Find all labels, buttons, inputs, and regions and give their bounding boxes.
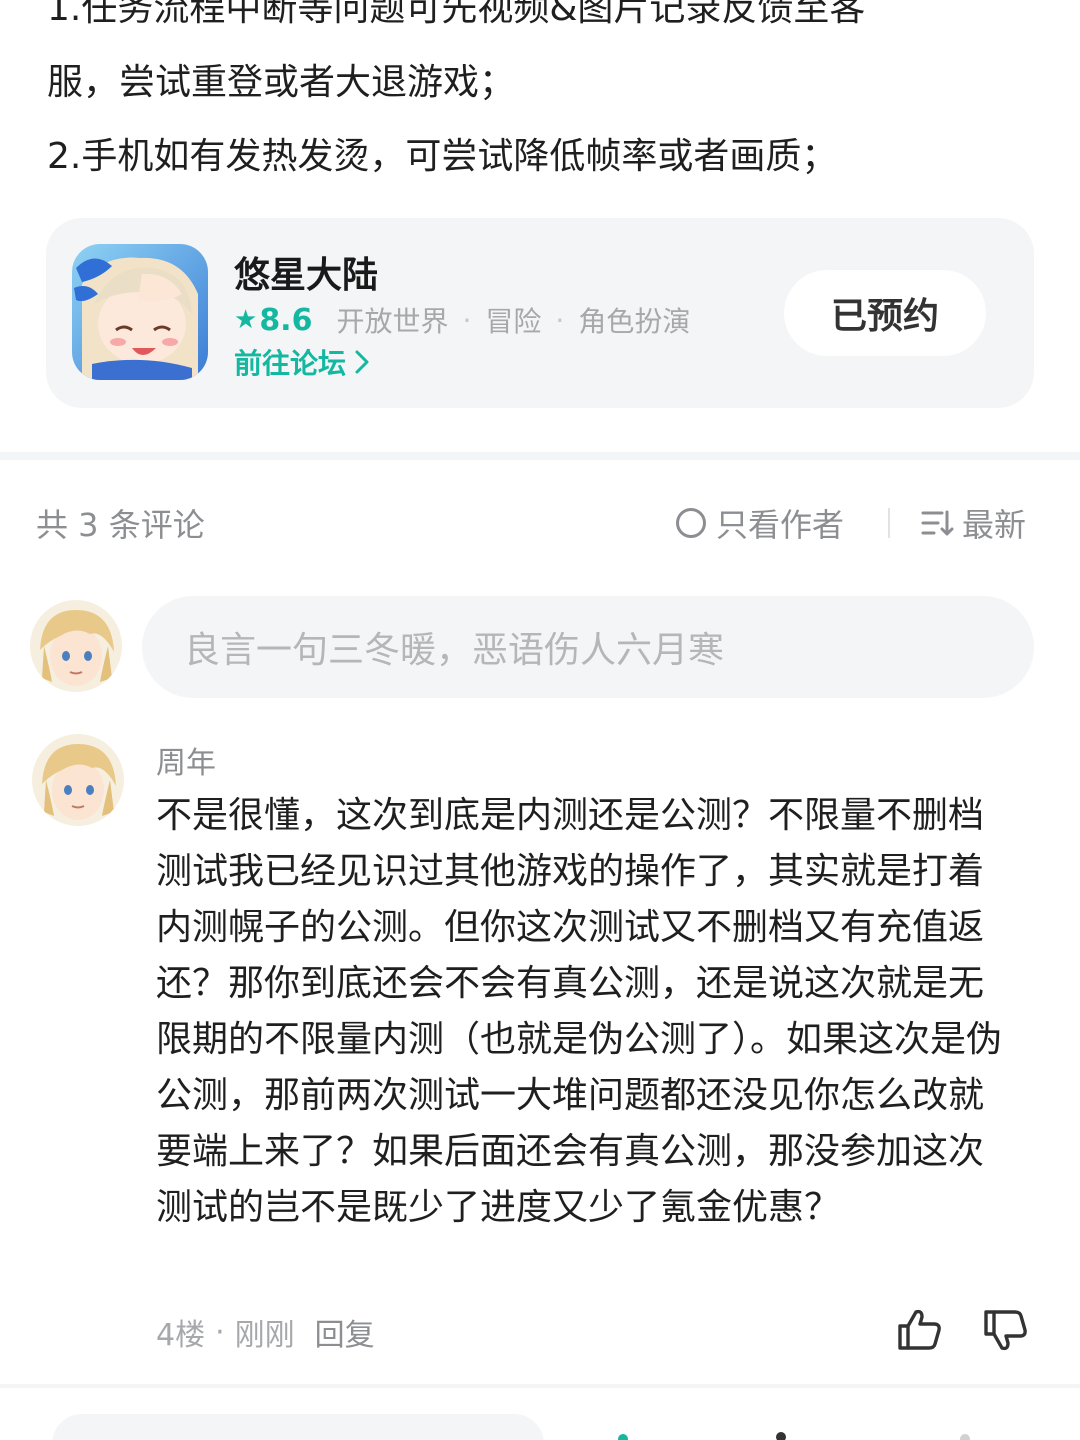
header-separator bbox=[888, 508, 890, 538]
forum-link-label: 前往论坛 bbox=[234, 347, 347, 380]
comment-text: 不是很懂，这次到底是内测还是公测？不限量不删档测试我已经见识过其他游戏的操作了，… bbox=[156, 795, 1003, 1228]
comment-divider bbox=[0, 1384, 1080, 1388]
next-item-indicator bbox=[618, 1434, 628, 1440]
commenter-avatar[interactable] bbox=[32, 734, 124, 826]
thumbs-down-icon[interactable] bbox=[982, 1308, 1030, 1356]
author-only-toggle[interactable]: 只看作者 bbox=[676, 500, 844, 546]
tag-separator: · bbox=[462, 303, 472, 337]
game-tag: 开放世界 bbox=[336, 305, 449, 338]
comment-input-placeholder: 良言一句三冬暖，恶语伤人六月寒 bbox=[184, 630, 725, 671]
meta-separator: · bbox=[215, 1314, 225, 1350]
sort-label: 最新 bbox=[962, 506, 1027, 544]
sort-button[interactable]: 最新 bbox=[920, 500, 1026, 546]
next-item-indicator bbox=[960, 1434, 970, 1440]
comment-input[interactable]: 良言一句三冬暖，恶语伤人六月寒 bbox=[142, 596, 1034, 698]
article-line-2: 服，尝试重登或者大退游戏； bbox=[47, 62, 516, 103]
comment-floor: 4楼 bbox=[156, 1318, 206, 1353]
sort-icon bbox=[921, 510, 954, 536]
star-icon: ★ bbox=[234, 305, 258, 335]
comment-username[interactable]: 周年 bbox=[156, 738, 216, 782]
reply-button[interactable]: 回复 bbox=[315, 1310, 375, 1354]
comments-count: 共 3 条评论 bbox=[36, 506, 205, 544]
article-line-1: 1.任务流程中断等问题可先视频&图片记录反馈至客 bbox=[47, 0, 866, 29]
author-only-label: 只看作者 bbox=[716, 506, 845, 544]
post-detail-page: 1.任务流程中断等问题可先视频&图片记录反馈至客 服，尝试重登或者大退游戏； 2… bbox=[0, 0, 1080, 1440]
section-divider bbox=[0, 452, 1080, 460]
next-item-indicator bbox=[776, 1432, 786, 1440]
game-meta-row: ★ 8.6 开放世界 · 冒险 · 角色扮演 bbox=[234, 300, 690, 340]
chevron-right-icon bbox=[355, 350, 369, 374]
radio-circle-icon bbox=[676, 508, 706, 538]
tag-separator: · bbox=[555, 303, 565, 337]
next-item-card[interactable] bbox=[52, 1414, 544, 1440]
game-tag: 冒险 bbox=[485, 305, 542, 338]
current-user-avatar[interactable] bbox=[30, 600, 122, 692]
game-rating: 8.6 bbox=[259, 302, 313, 338]
article-line-3: 2.手机如有发热发烫，可尝试降低帧率或者画质； bbox=[47, 136, 838, 177]
comment-time: 刚刚 bbox=[234, 1318, 295, 1353]
game-name: 悠星大陆 bbox=[234, 255, 379, 296]
game-tag: 角色扮演 bbox=[578, 305, 691, 338]
post-article: 1.任务流程中断等问题可先视频&图片记录反馈至客 服，尝试重登或者大退游戏； 2… bbox=[47, 0, 1037, 194]
reserved-button[interactable]: 已预约 bbox=[784, 270, 986, 356]
go-to-forum-link[interactable]: 前往论坛 bbox=[234, 342, 370, 382]
game-card[interactable]: 悠星大陆 ★ 8.6 开放世界 · 冒险 · 角色扮演 前往论坛 已预约 bbox=[46, 218, 1034, 408]
comment-meta: 4楼 · 刚刚 回复 bbox=[156, 1310, 375, 1354]
thumbs-up-icon[interactable] bbox=[896, 1308, 944, 1356]
game-icon[interactable] bbox=[72, 244, 208, 380]
